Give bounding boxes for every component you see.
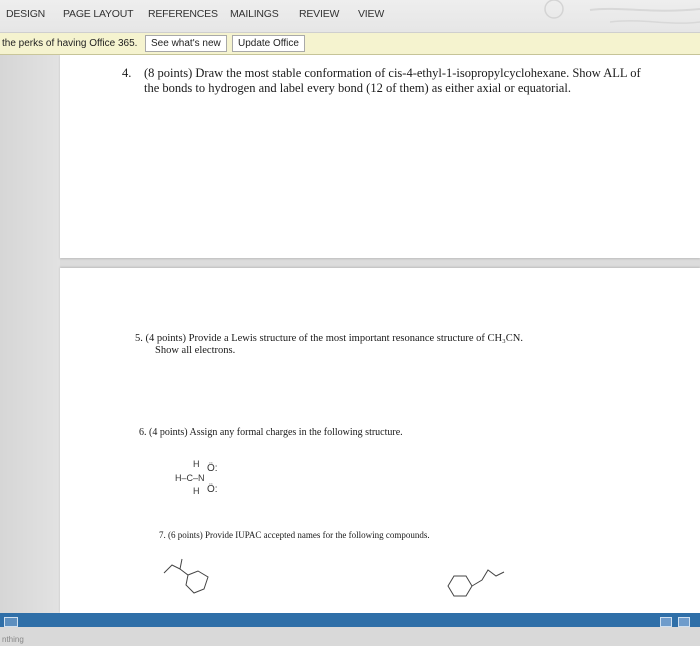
question-6: 6. (4 points) Assign any formal charges … — [139, 427, 539, 439]
question-7-text: 7. (6 points) Provide IUPAC accepted nam… — [159, 530, 430, 540]
lewis-structure: H Ö: H–C–N H Ö: — [175, 457, 235, 503]
notification-message: the perks of having Office 365. — [2, 38, 138, 49]
document-page-2[interactable] — [60, 268, 700, 613]
question-4-number: 4. — [122, 66, 132, 80]
tab-page-layout[interactable]: PAGE LAYOUT — [63, 8, 134, 20]
taskbar-tray-icon-2[interactable] — [678, 617, 690, 627]
compound-b-skeletal-structure — [447, 569, 505, 597]
compound-a-skeletal-structure — [163, 558, 209, 594]
office-update-notification-bar: the perks of having Office 365. See what… — [0, 33, 700, 55]
tab-design[interactable]: DESIGN — [6, 8, 45, 20]
ribbon-tab-bar: DESIGN PAGE LAYOUT REFERENCES MAILINGS R… — [0, 0, 700, 33]
question-5: 5. (4 points) Provide a Lewis structure … — [135, 333, 615, 357]
taskbar-app-icon[interactable] — [4, 617, 18, 627]
question-4-text: (8 points) Draw the most stable conforma… — [144, 66, 641, 95]
lewis-h-top: H — [193, 459, 200, 469]
status-strip — [0, 627, 700, 646]
question-6-text: 6. (4 points) Assign any formal charges … — [139, 427, 403, 438]
tab-view[interactable]: VIEW — [358, 8, 384, 20]
tab-review[interactable]: REVIEW — [299, 8, 339, 20]
document-canvas-margin — [0, 55, 60, 613]
see-whats-new-button[interactable]: See what's new — [145, 35, 227, 52]
lewis-main-chain: H–C–N — [175, 473, 205, 483]
tab-mailings[interactable]: MAILINGS — [230, 8, 279, 20]
question-7: 7. (6 points) Provide IUPAC accepted nam… — [159, 530, 559, 541]
tab-references[interactable]: REFERENCES — [148, 8, 218, 20]
status-text: nthing — [2, 635, 24, 644]
lewis-o-bottom: Ö: — [207, 484, 218, 495]
ribbon-background-decoration — [544, 0, 700, 24]
lewis-h-bottom: H — [193, 486, 200, 496]
question-5-line-1: 5. (4 points) Provide a Lewis structure … — [135, 333, 523, 344]
taskbar-tray-icon[interactable] — [660, 617, 672, 627]
update-office-button[interactable]: Update Office — [232, 35, 305, 52]
question-5-line-2: Show all electrons. — [155, 345, 236, 356]
lewis-o-top: Ö: — [207, 463, 218, 474]
